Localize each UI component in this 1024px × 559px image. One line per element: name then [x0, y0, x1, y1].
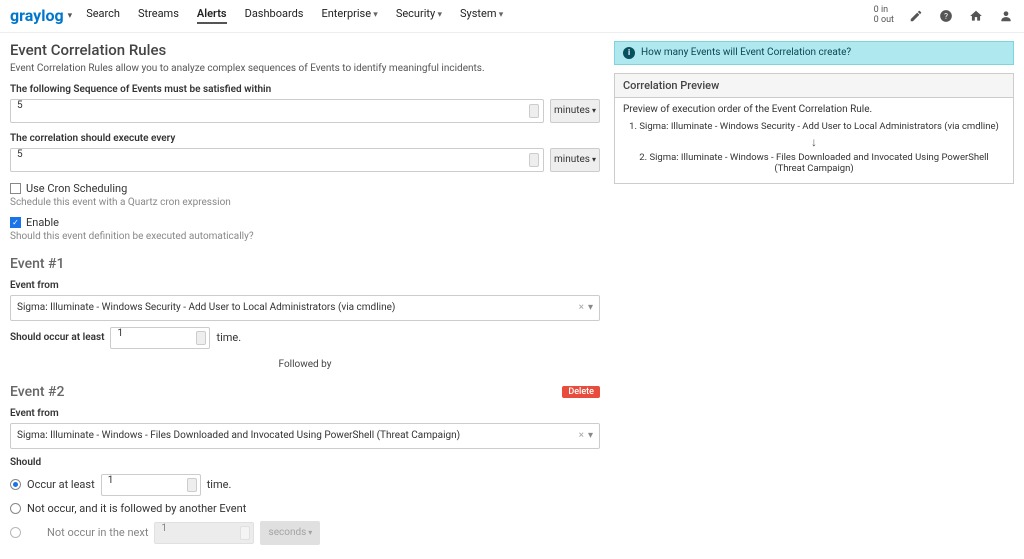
info-banner[interactable]: i How many Events will Event Correlation… [614, 41, 1014, 65]
user-icon[interactable] [998, 8, 1014, 24]
nav-security[interactable]: Security [396, 7, 442, 24]
nav-streams[interactable]: Streams [138, 7, 179, 24]
info-icon: i [623, 47, 635, 59]
event1-header: Event #1 [10, 256, 600, 272]
nav-search[interactable]: Search [86, 7, 120, 24]
event1-from-value: Sigma: Illuminate - Windows Security - A… [17, 302, 395, 313]
event1-from-select[interactable]: Sigma: Illuminate - Windows Security - A… [10, 295, 600, 321]
event2-opt3-label: Not occur in the next [47, 526, 148, 539]
cron-checkbox[interactable] [10, 183, 21, 194]
event2-opt2-label: Not occur, and it is followed by another… [27, 502, 246, 515]
help-icon[interactable]: ? [938, 8, 954, 24]
right-column: i How many Events will Event Correlation… [614, 41, 1014, 551]
preview-item-2: 2. Sigma: Illuminate - Windows - Files D… [623, 152, 1005, 174]
event2-from-select[interactable]: Sigma: Illuminate - Windows - Files Down… [10, 423, 600, 449]
cron-help: Schedule this event with a Quartz cron e… [10, 197, 600, 208]
throughput: 0 in 0 out [874, 6, 894, 26]
spinner-icon [240, 526, 250, 540]
banner-text: How many Events will Event Correlation c… [641, 47, 851, 58]
delete-button[interactable]: Delete [562, 386, 600, 398]
svg-text:?: ? [944, 11, 948, 21]
event2-opt3-input: 1 [154, 522, 254, 544]
enable-checkbox[interactable]: ✓ [10, 217, 21, 228]
event2-header: Event #2 Delete [10, 384, 600, 400]
home-icon[interactable] [968, 8, 984, 24]
enable-label: Enable [26, 216, 59, 229]
nav-dashboards[interactable]: Dashboards [245, 7, 304, 24]
event2-opt2-radio[interactable] [10, 503, 21, 514]
edit-icon[interactable] [908, 8, 924, 24]
spinner-icon [187, 478, 197, 492]
main-content: Event Correlation Rules Event Correlatio… [0, 33, 1024, 559]
event2-opt3-radio[interactable] [10, 527, 21, 538]
chevron-down-icon[interactable]: ▾ [588, 302, 593, 313]
event2-opt1-label: Occur at least [27, 478, 95, 491]
event2-opt3-unit: seconds [260, 521, 320, 545]
page-desc: Event Correlation Rules allow you to ana… [10, 63, 600, 74]
clear-icon[interactable]: × [575, 430, 588, 441]
seq-unit-select[interactable]: minutes [550, 99, 600, 123]
event2-should-label: Should [10, 457, 600, 468]
spinner-icon [529, 104, 539, 118]
seq-value-input[interactable]: 5 [10, 99, 544, 123]
logo-dropdown-icon[interactable]: ▾ [68, 11, 73, 21]
throughput-out: 0 out [874, 16, 894, 26]
page-title: Event Correlation Rules [10, 41, 600, 59]
preview-desc: Preview of execution order of the Event … [623, 104, 1005, 115]
preview-header: Correlation Preview [615, 74, 1013, 98]
logo[interactable]: graylog [10, 6, 64, 25]
event1-occur-input[interactable]: 1 [110, 327, 210, 349]
preview-panel: Correlation Preview Preview of execution… [614, 73, 1014, 184]
nav-alerts[interactable]: Alerts [197, 7, 227, 24]
preview-item-1: 1. Sigma: Illuminate - Windows Security … [623, 121, 1005, 132]
event2-opt1-input[interactable]: 1 [101, 474, 201, 496]
exec-value-input[interactable]: 5 [10, 148, 544, 172]
cron-label: Use Cron Scheduling [26, 182, 127, 195]
clear-icon[interactable]: × [575, 302, 588, 313]
spinner-icon [529, 153, 539, 167]
seq-label: The following Sequence of Events must be… [10, 84, 600, 95]
event2-from-label: Event from [10, 408, 600, 419]
event2-opt1-suffix: time. [207, 478, 232, 491]
exec-label: The correlation should execute every [10, 133, 600, 144]
event2-opt1-radio[interactable] [10, 479, 21, 490]
followed-by-label: Followed by [10, 359, 600, 370]
nav-system[interactable]: System [460, 7, 503, 24]
event1-occur-suffix: time. [216, 331, 241, 344]
main-nav: Search Streams Alerts Dashboards Enterpr… [86, 7, 503, 24]
event2-from-value: Sigma: Illuminate - Windows - Files Down… [17, 430, 460, 441]
event1-occur-label: Should occur at least [10, 332, 104, 343]
exec-unit-select[interactable]: minutes [550, 148, 600, 172]
enable-help: Should this event definition be executed… [10, 231, 600, 242]
topbar-right: 0 in 0 out ? [874, 6, 1014, 26]
spinner-icon [196, 331, 206, 345]
nav-enterprise[interactable]: Enterprise [321, 7, 377, 24]
arrow-down-icon: ↓ [623, 135, 1005, 149]
chevron-down-icon[interactable]: ▾ [588, 430, 593, 441]
top-navbar: graylog ▾ Search Streams Alerts Dashboar… [0, 0, 1024, 33]
event1-from-label: Event from [10, 280, 600, 291]
left-column: Event Correlation Rules Event Correlatio… [10, 41, 600, 551]
